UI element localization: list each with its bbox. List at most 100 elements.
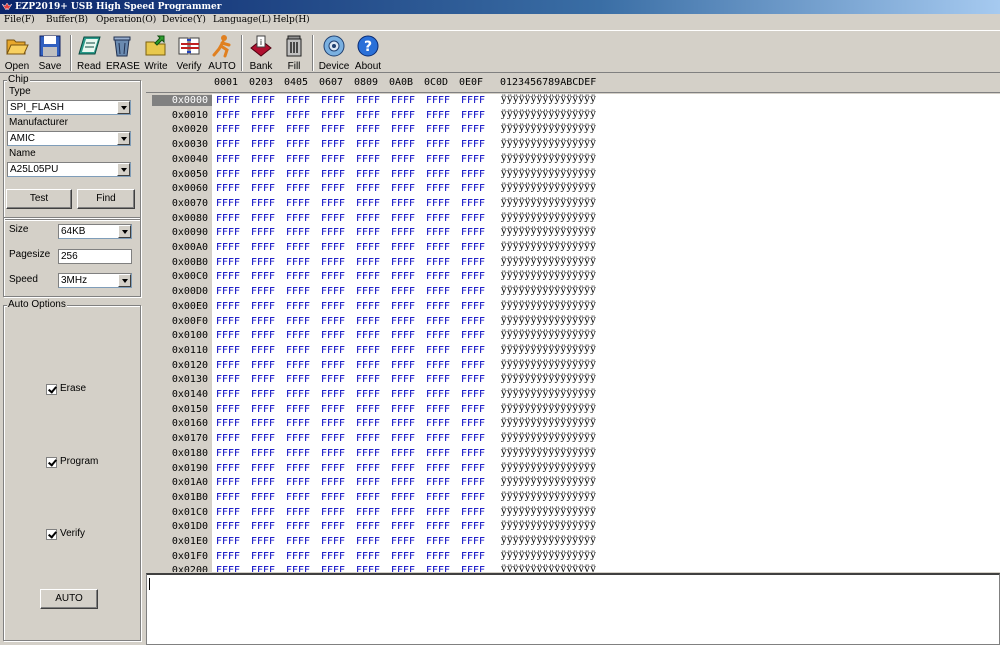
hex-cell[interactable]: FFFF (251, 418, 275, 429)
hex-cell[interactable]: FFFF (426, 374, 450, 385)
hex-cell[interactable]: FFFF (391, 227, 415, 238)
test-button[interactable]: Test (6, 189, 72, 209)
hex-cell[interactable]: FFFF (286, 492, 310, 503)
pagesize-input[interactable]: 256 (58, 249, 132, 264)
hex-cell[interactable]: FFFF (426, 95, 450, 106)
hex-cell[interactable]: FFFF (356, 124, 380, 135)
hex-cell[interactable]: FFFF (216, 213, 240, 224)
hex-cell[interactable]: FFFF (426, 183, 450, 194)
hex-cell[interactable]: FFFF (461, 257, 485, 268)
hex-cell[interactable]: FFFF (216, 521, 240, 532)
hex-cell[interactable]: FFFF (286, 286, 310, 297)
hex-cell[interactable]: FFFF (321, 536, 345, 547)
hex-cell[interactable]: FFFF (286, 418, 310, 429)
hex-cell[interactable]: FFFF (286, 433, 310, 444)
hex-cell[interactable]: FFFF (216, 316, 240, 327)
hex-cell[interactable]: FFFF (356, 95, 380, 106)
hex-cell[interactable]: FFFF (426, 360, 450, 371)
hex-cell[interactable]: FFFF (321, 110, 345, 121)
hex-cell[interactable]: FFFF (286, 271, 310, 282)
hex-cell[interactable]: FFFF (461, 507, 485, 518)
about-button[interactable]: ? About (353, 33, 383, 73)
auto-run-button[interactable]: AUTO (40, 589, 98, 609)
chevron-down-icon[interactable] (117, 101, 130, 114)
hex-cell[interactable]: FFFF (461, 404, 485, 415)
hex-cell[interactable]: FFFF (321, 154, 345, 165)
hex-cell[interactable]: FFFF (321, 213, 345, 224)
hex-cell[interactable]: FFFF (391, 492, 415, 503)
hex-cell[interactable]: FFFF (391, 169, 415, 180)
hex-cell[interactable]: FFFF (251, 242, 275, 253)
hex-cell[interactable]: FFFF (251, 345, 275, 356)
hex-cell[interactable]: FFFF (426, 565, 450, 572)
write-button[interactable]: Write (141, 33, 171, 73)
hex-cell[interactable]: FFFF (321, 463, 345, 474)
hex-cell[interactable]: FFFF (356, 286, 380, 297)
hex-cell[interactable]: FFFF (321, 448, 345, 459)
hex-cell[interactable]: FFFF (356, 110, 380, 121)
hex-cell[interactable]: FFFF (391, 271, 415, 282)
hex-cell[interactable]: FFFF (216, 301, 240, 312)
hex-cell[interactable]: FFFF (321, 507, 345, 518)
hex-cell[interactable]: FFFF (461, 301, 485, 312)
hex-cell[interactable]: FFFF (426, 463, 450, 474)
hex-cell[interactable]: FFFF (286, 95, 310, 106)
hex-cell[interactable]: FFFF (321, 227, 345, 238)
device-button[interactable]: Device (317, 33, 351, 73)
hex-cell[interactable]: FFFF (391, 345, 415, 356)
hex-cell[interactable]: FFFF (216, 271, 240, 282)
hex-cell[interactable]: FFFF (391, 139, 415, 150)
hex-cell[interactable]: FFFF (391, 433, 415, 444)
hex-cell[interactable]: FFFF (251, 227, 275, 238)
hex-cell[interactable]: FFFF (391, 507, 415, 518)
hex-cell[interactable]: FFFF (461, 418, 485, 429)
hex-cell[interactable]: FFFF (391, 448, 415, 459)
hex-cell[interactable]: FFFF (426, 521, 450, 532)
hex-cell[interactable]: FFFF (286, 301, 310, 312)
menu-operation[interactable]: Operation(O) (96, 15, 156, 25)
hex-cell[interactable]: FFFF (321, 95, 345, 106)
hex-cell[interactable]: FFFF (216, 507, 240, 518)
hex-cell[interactable]: FFFF (251, 507, 275, 518)
chevron-down-icon[interactable] (118, 225, 131, 238)
hex-cell[interactable]: FFFF (461, 492, 485, 503)
hex-cell[interactable]: FFFF (426, 169, 450, 180)
hex-cell[interactable]: FFFF (321, 183, 345, 194)
hex-cell[interactable]: FFFF (426, 551, 450, 562)
hex-cell[interactable]: FFFF (251, 271, 275, 282)
hex-cell[interactable]: FFFF (461, 448, 485, 459)
hex-cell[interactable]: FFFF (461, 521, 485, 532)
hex-cell[interactable]: FFFF (216, 124, 240, 135)
hex-cell[interactable]: FFFF (426, 242, 450, 253)
hex-cell[interactable]: FFFF (461, 271, 485, 282)
hex-cell[interactable]: FFFF (251, 95, 275, 106)
hex-cell[interactable]: FFFF (251, 198, 275, 209)
hex-cell[interactable]: FFFF (251, 124, 275, 135)
hex-cell[interactable]: FFFF (461, 536, 485, 547)
hex-cell[interactable]: FFFF (426, 198, 450, 209)
hex-cell[interactable]: FFFF (426, 345, 450, 356)
hex-cell[interactable]: FFFF (391, 551, 415, 562)
hex-cell[interactable]: FFFF (391, 95, 415, 106)
hex-cell[interactable]: FFFF (286, 183, 310, 194)
hex-cell[interactable]: FFFF (321, 301, 345, 312)
hex-cell[interactable]: FFFF (391, 198, 415, 209)
hex-cell[interactable]: FFFF (356, 330, 380, 341)
hex-cell[interactable]: FFFF (286, 330, 310, 341)
hex-cell[interactable]: FFFF (286, 507, 310, 518)
hex-cell[interactable]: FFFF (251, 389, 275, 400)
hex-cell[interactable]: FFFF (286, 198, 310, 209)
hex-cell[interactable]: FFFF (391, 389, 415, 400)
hex-cell[interactable]: FFFF (461, 286, 485, 297)
open-button[interactable]: Open (3, 33, 31, 73)
hex-cell[interactable]: FFFF (321, 360, 345, 371)
hex-cell[interactable]: FFFF (426, 389, 450, 400)
hex-cell[interactable]: FFFF (426, 110, 450, 121)
hex-cell[interactable]: FFFF (391, 154, 415, 165)
hex-cell[interactable]: FFFF (286, 374, 310, 385)
hex-cell[interactable]: FFFF (356, 418, 380, 429)
hex-cell[interactable]: FFFF (356, 551, 380, 562)
hex-cell[interactable]: FFFF (321, 257, 345, 268)
read-button[interactable]: Read (74, 33, 104, 73)
hex-cell[interactable]: FFFF (286, 477, 310, 488)
